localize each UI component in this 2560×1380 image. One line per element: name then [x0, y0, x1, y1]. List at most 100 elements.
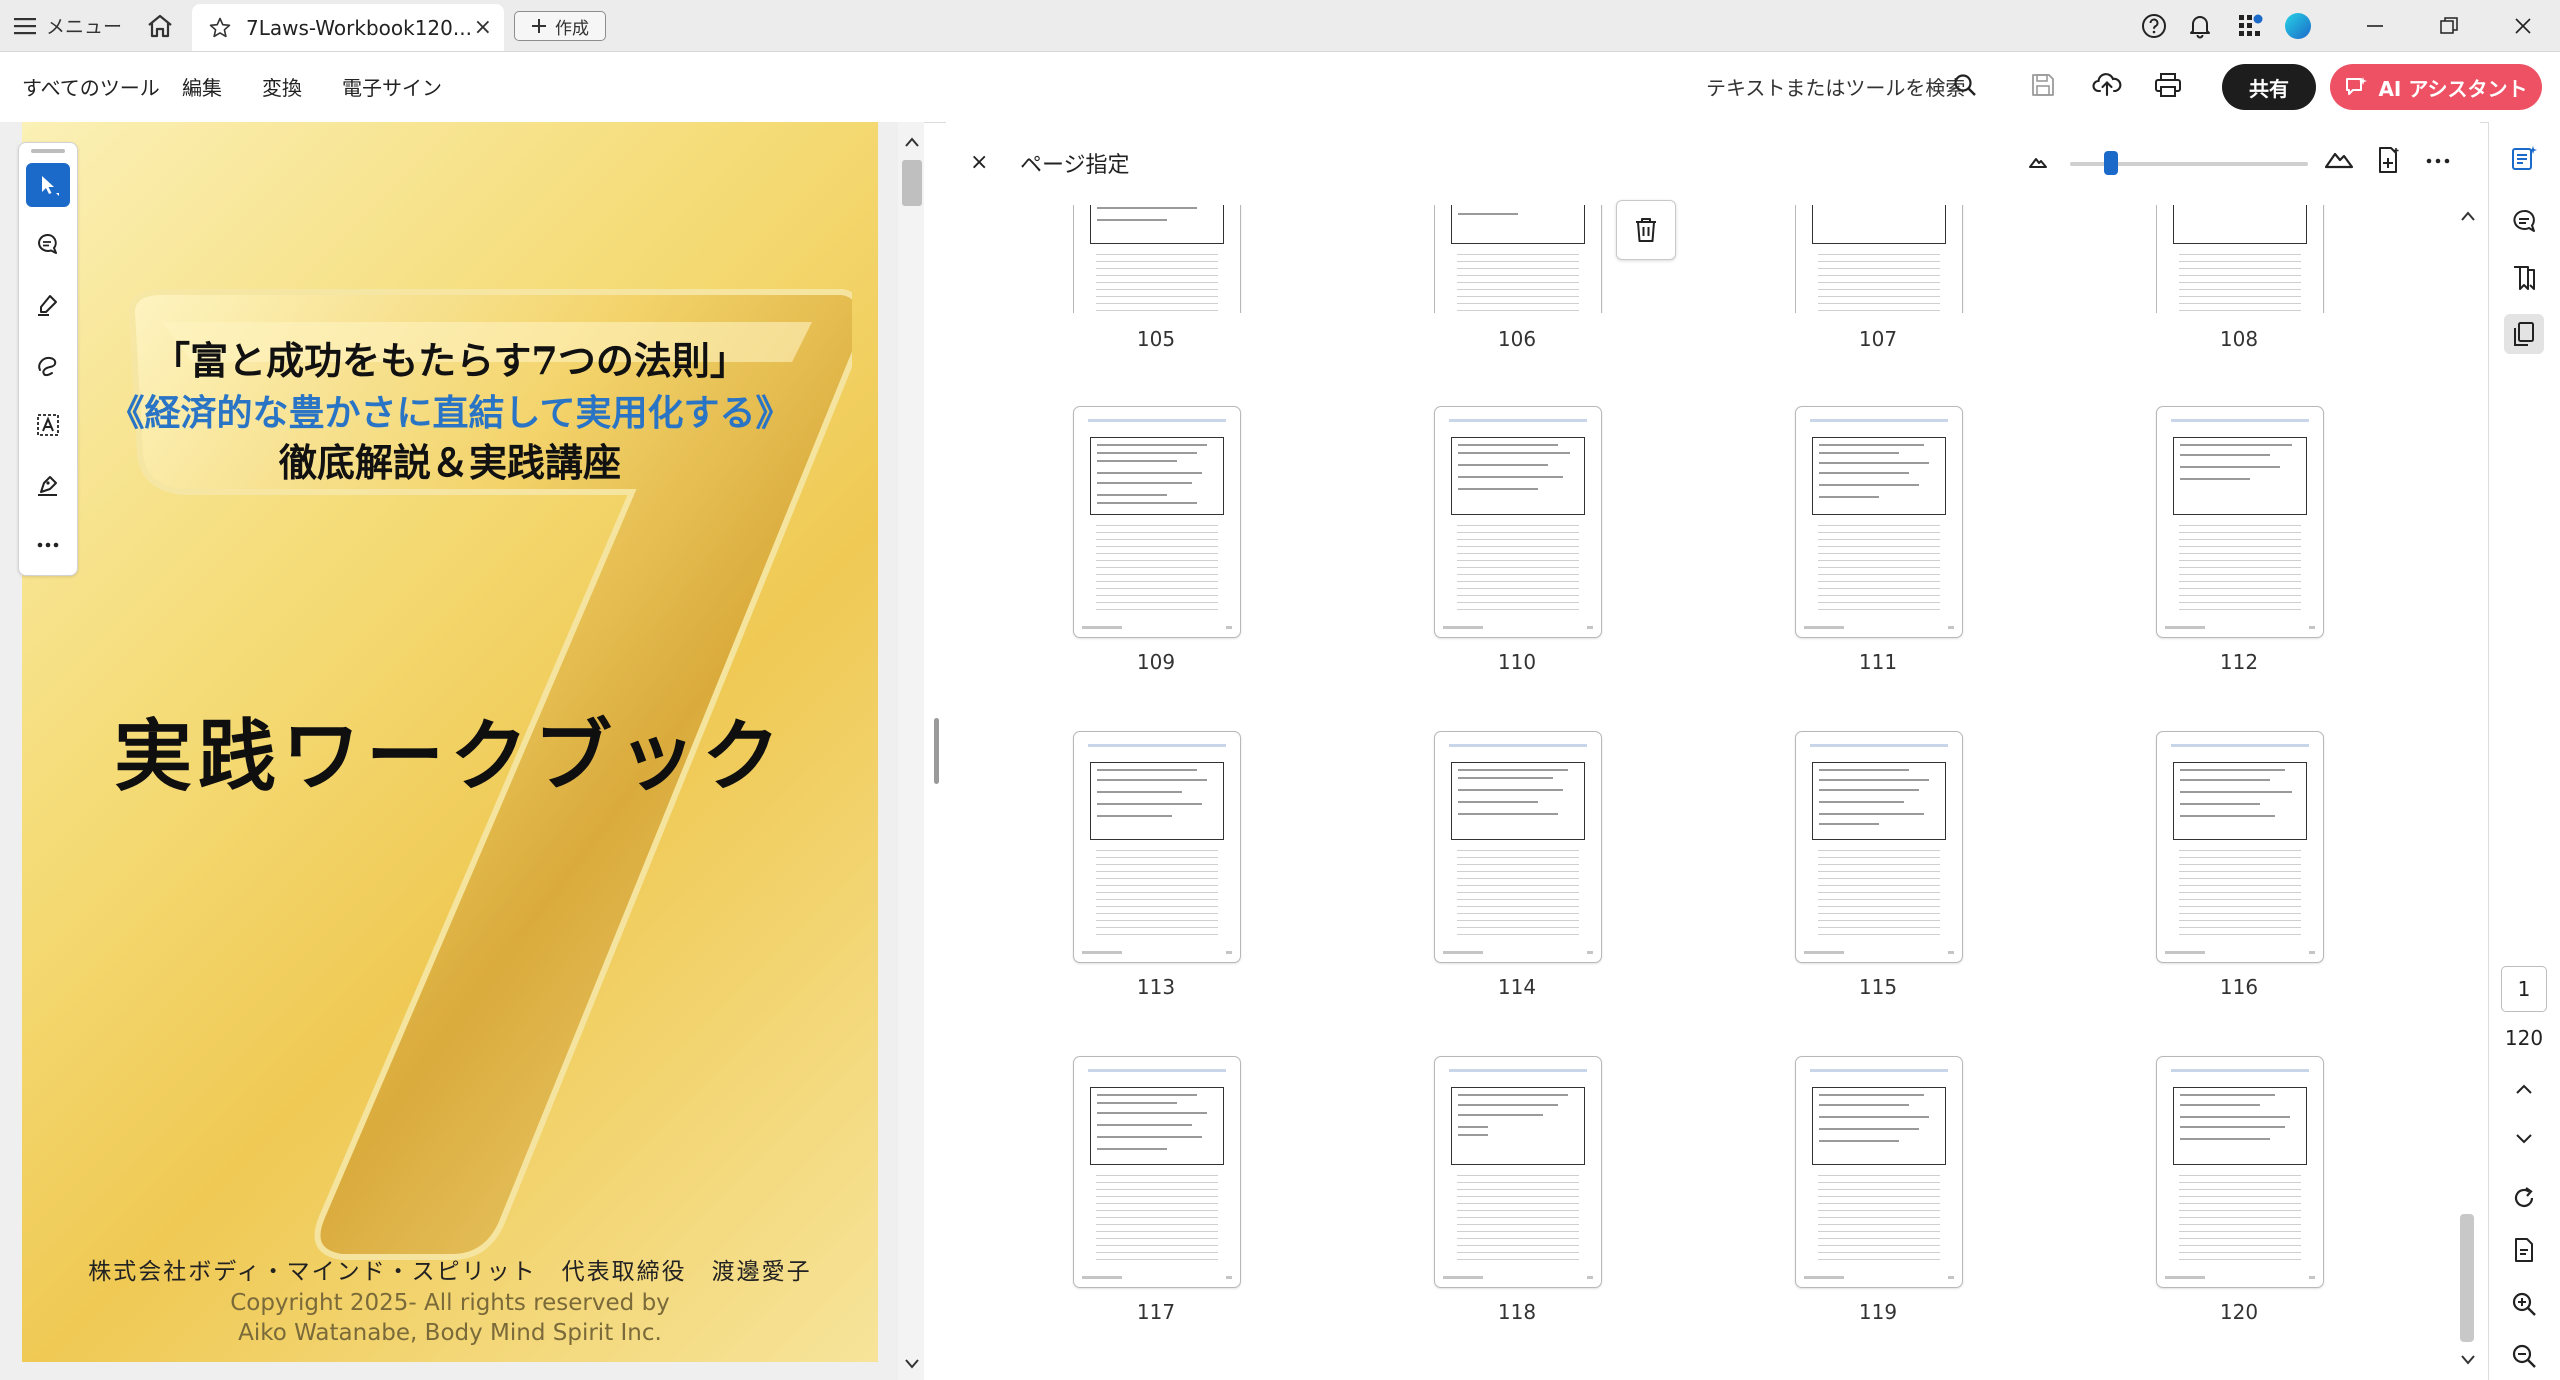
bookmarks-panel-icon[interactable]: [2504, 258, 2544, 298]
print-icon[interactable]: [2154, 72, 2182, 98]
user-avatar-icon[interactable]: [2284, 12, 2312, 40]
tab-close-button[interactable]: ×: [474, 15, 492, 40]
highlighter-icon: [35, 292, 61, 318]
organizer-more-icon[interactable]: [2426, 158, 2450, 164]
page-thumbnails-panel-icon[interactable]: [2504, 314, 2544, 354]
minimize-button[interactable]: [2340, 0, 2410, 51]
rotate-icon[interactable]: [2510, 1184, 2538, 1212]
page-thumb-image: [1073, 1056, 1241, 1288]
page-thumb-image: [2156, 406, 2324, 638]
tool-search-label[interactable]: テキストまたはツールを検索: [1706, 72, 1965, 101]
apps-grid-icon[interactable]: [2236, 12, 2264, 40]
search-icon[interactable]: [1952, 72, 1978, 98]
page-thumbnail-119[interactable]: 119: [1795, 1056, 1965, 1336]
scroll-up-arrow-icon[interactable]: [904, 136, 920, 148]
organizer-title: ページ指定: [1020, 153, 1130, 178]
menu-all-tools[interactable]: すべてのツール: [22, 72, 160, 101]
organizer-close-button[interactable]: ×: [970, 150, 988, 175]
notification-bell-icon[interactable]: [2186, 12, 2214, 40]
page-thumbnail-120[interactable]: 120: [2156, 1056, 2326, 1336]
page-thumbnail-107[interactable]: 107: [1795, 205, 1965, 365]
page-thumbnail-115[interactable]: 115: [1795, 731, 1965, 1011]
page-number-label: 118: [1497, 1300, 1537, 1324]
more-horizontal-icon: [37, 542, 59, 548]
thumbnail-zoom-handle[interactable]: [2104, 151, 2118, 175]
next-page-chevron-icon[interactable]: [2514, 1132, 2534, 1146]
pane-resize-handle[interactable]: [934, 718, 939, 784]
page-thumb-image: [1434, 406, 1602, 638]
ai-summary-icon[interactable]: [2504, 138, 2544, 178]
document-scrollbar[interactable]: [898, 122, 924, 1380]
zoom-out-icon[interactable]: [2510, 1342, 2538, 1370]
page-thumbnail-111[interactable]: 111: [1795, 406, 1965, 686]
zoom-in-icon[interactable]: [2510, 1290, 2538, 1318]
restore-button[interactable]: [2414, 0, 2484, 51]
pen-sign-icon: [35, 472, 61, 498]
plus-icon: [531, 18, 547, 34]
page-thumbnail-113[interactable]: 113: [1073, 731, 1243, 1011]
home-button[interactable]: [140, 10, 180, 42]
highlight-tool[interactable]: [26, 283, 70, 327]
draw-tool[interactable]: [26, 343, 70, 387]
menu-edit[interactable]: 編集: [182, 72, 222, 101]
zoom-in-mountain-icon[interactable]: [2324, 146, 2354, 170]
scroll-down-arrow-icon[interactable]: [904, 1358, 920, 1370]
share-button[interactable]: 共有: [2222, 64, 2316, 110]
insert-page-icon[interactable]: [2376, 146, 2402, 174]
comments-panel-icon[interactable]: [2504, 202, 2544, 242]
cover-title-line3: 徹底解説＆実践講座: [278, 440, 621, 485]
page-thumbnail-105[interactable]: 105: [1073, 205, 1243, 365]
page-thumb-image: [1073, 406, 1241, 638]
save-icon[interactable]: [2030, 72, 2056, 98]
page-thumbnail-116[interactable]: 116: [2156, 731, 2326, 1011]
page-thumb-image: [1795, 1056, 1963, 1288]
page-thumbnail-112[interactable]: 112: [2156, 406, 2326, 686]
page-thumbnail-109[interactable]: 109: [1073, 406, 1243, 686]
cloud-upload-icon[interactable]: [2092, 70, 2122, 98]
organizer-scroll-down-icon[interactable]: [2460, 1354, 2476, 1366]
document-tab[interactable]: 7Laws-Workbook120... ×: [192, 4, 504, 51]
page-thumb-image: [1073, 731, 1241, 963]
ai-assistant-icon: [2344, 75, 2368, 99]
delete-page-button[interactable]: [1616, 200, 1676, 260]
ai-assistant-button[interactable]: AI アシスタント: [2330, 64, 2542, 110]
menu-e-sign[interactable]: 電子サイン: [342, 72, 442, 101]
current-page-input[interactable]: 1: [2501, 966, 2547, 1012]
star-icon[interactable]: [208, 16, 232, 40]
document-scroll-thumb[interactable]: [902, 160, 922, 206]
page-number-label: 113: [1136, 975, 1176, 999]
organizer-scroll-thumb[interactable]: [2460, 1214, 2474, 1342]
page-number-label: 117: [1136, 1300, 1176, 1324]
create-label: 作成: [555, 18, 589, 39]
page-thumbnail-114[interactable]: 114: [1434, 731, 1604, 1011]
cover-author: 株式会社ボディ・マインド・スピリット 代表取締役 渡邊愛子: [88, 1259, 812, 1285]
fit-page-icon[interactable]: [2510, 1236, 2538, 1264]
page-thumbnail-108[interactable]: 108: [2156, 205, 2326, 365]
zoom-out-mountain-icon[interactable]: [2028, 153, 2048, 169]
toolbar-grip[interactable]: [31, 149, 65, 153]
select-tool[interactable]: [26, 163, 70, 207]
page-thumb-image: [1795, 205, 1963, 313]
page-thumb-image: [1795, 731, 1963, 963]
trash-icon: [1633, 216, 1659, 244]
comment-add-icon: [35, 232, 61, 258]
help-icon[interactable]: [2140, 12, 2168, 40]
organizer-scroll-up-icon[interactable]: [2460, 210, 2476, 222]
more-tools-button[interactable]: [26, 523, 70, 567]
page-thumbnail-106[interactable]: 106: [1434, 205, 1604, 365]
page-thumbnail-110[interactable]: 110: [1434, 406, 1604, 686]
organizer-scrollbar[interactable]: [2455, 205, 2479, 1380]
previous-page-chevron-icon[interactable]: [2514, 1082, 2534, 1096]
text-box-tool[interactable]: [26, 403, 70, 447]
sign-tool[interactable]: [26, 463, 70, 507]
comment-tool[interactable]: [26, 223, 70, 267]
page-thumb-image: [1434, 205, 1602, 313]
cover-main-title: 実践ワークブック: [113, 712, 786, 802]
cover-copyright-line1: Copyright 2025- All rights reserved by: [230, 1290, 670, 1316]
create-button[interactable]: 作成: [514, 11, 606, 41]
close-window-button[interactable]: [2488, 0, 2558, 51]
menu-convert[interactable]: 変換: [262, 72, 302, 101]
page-thumbnail-118[interactable]: 118: [1434, 1056, 1604, 1336]
page-thumbnail-117[interactable]: 117: [1073, 1056, 1243, 1336]
app-menu-button[interactable]: メニュー: [14, 0, 122, 51]
